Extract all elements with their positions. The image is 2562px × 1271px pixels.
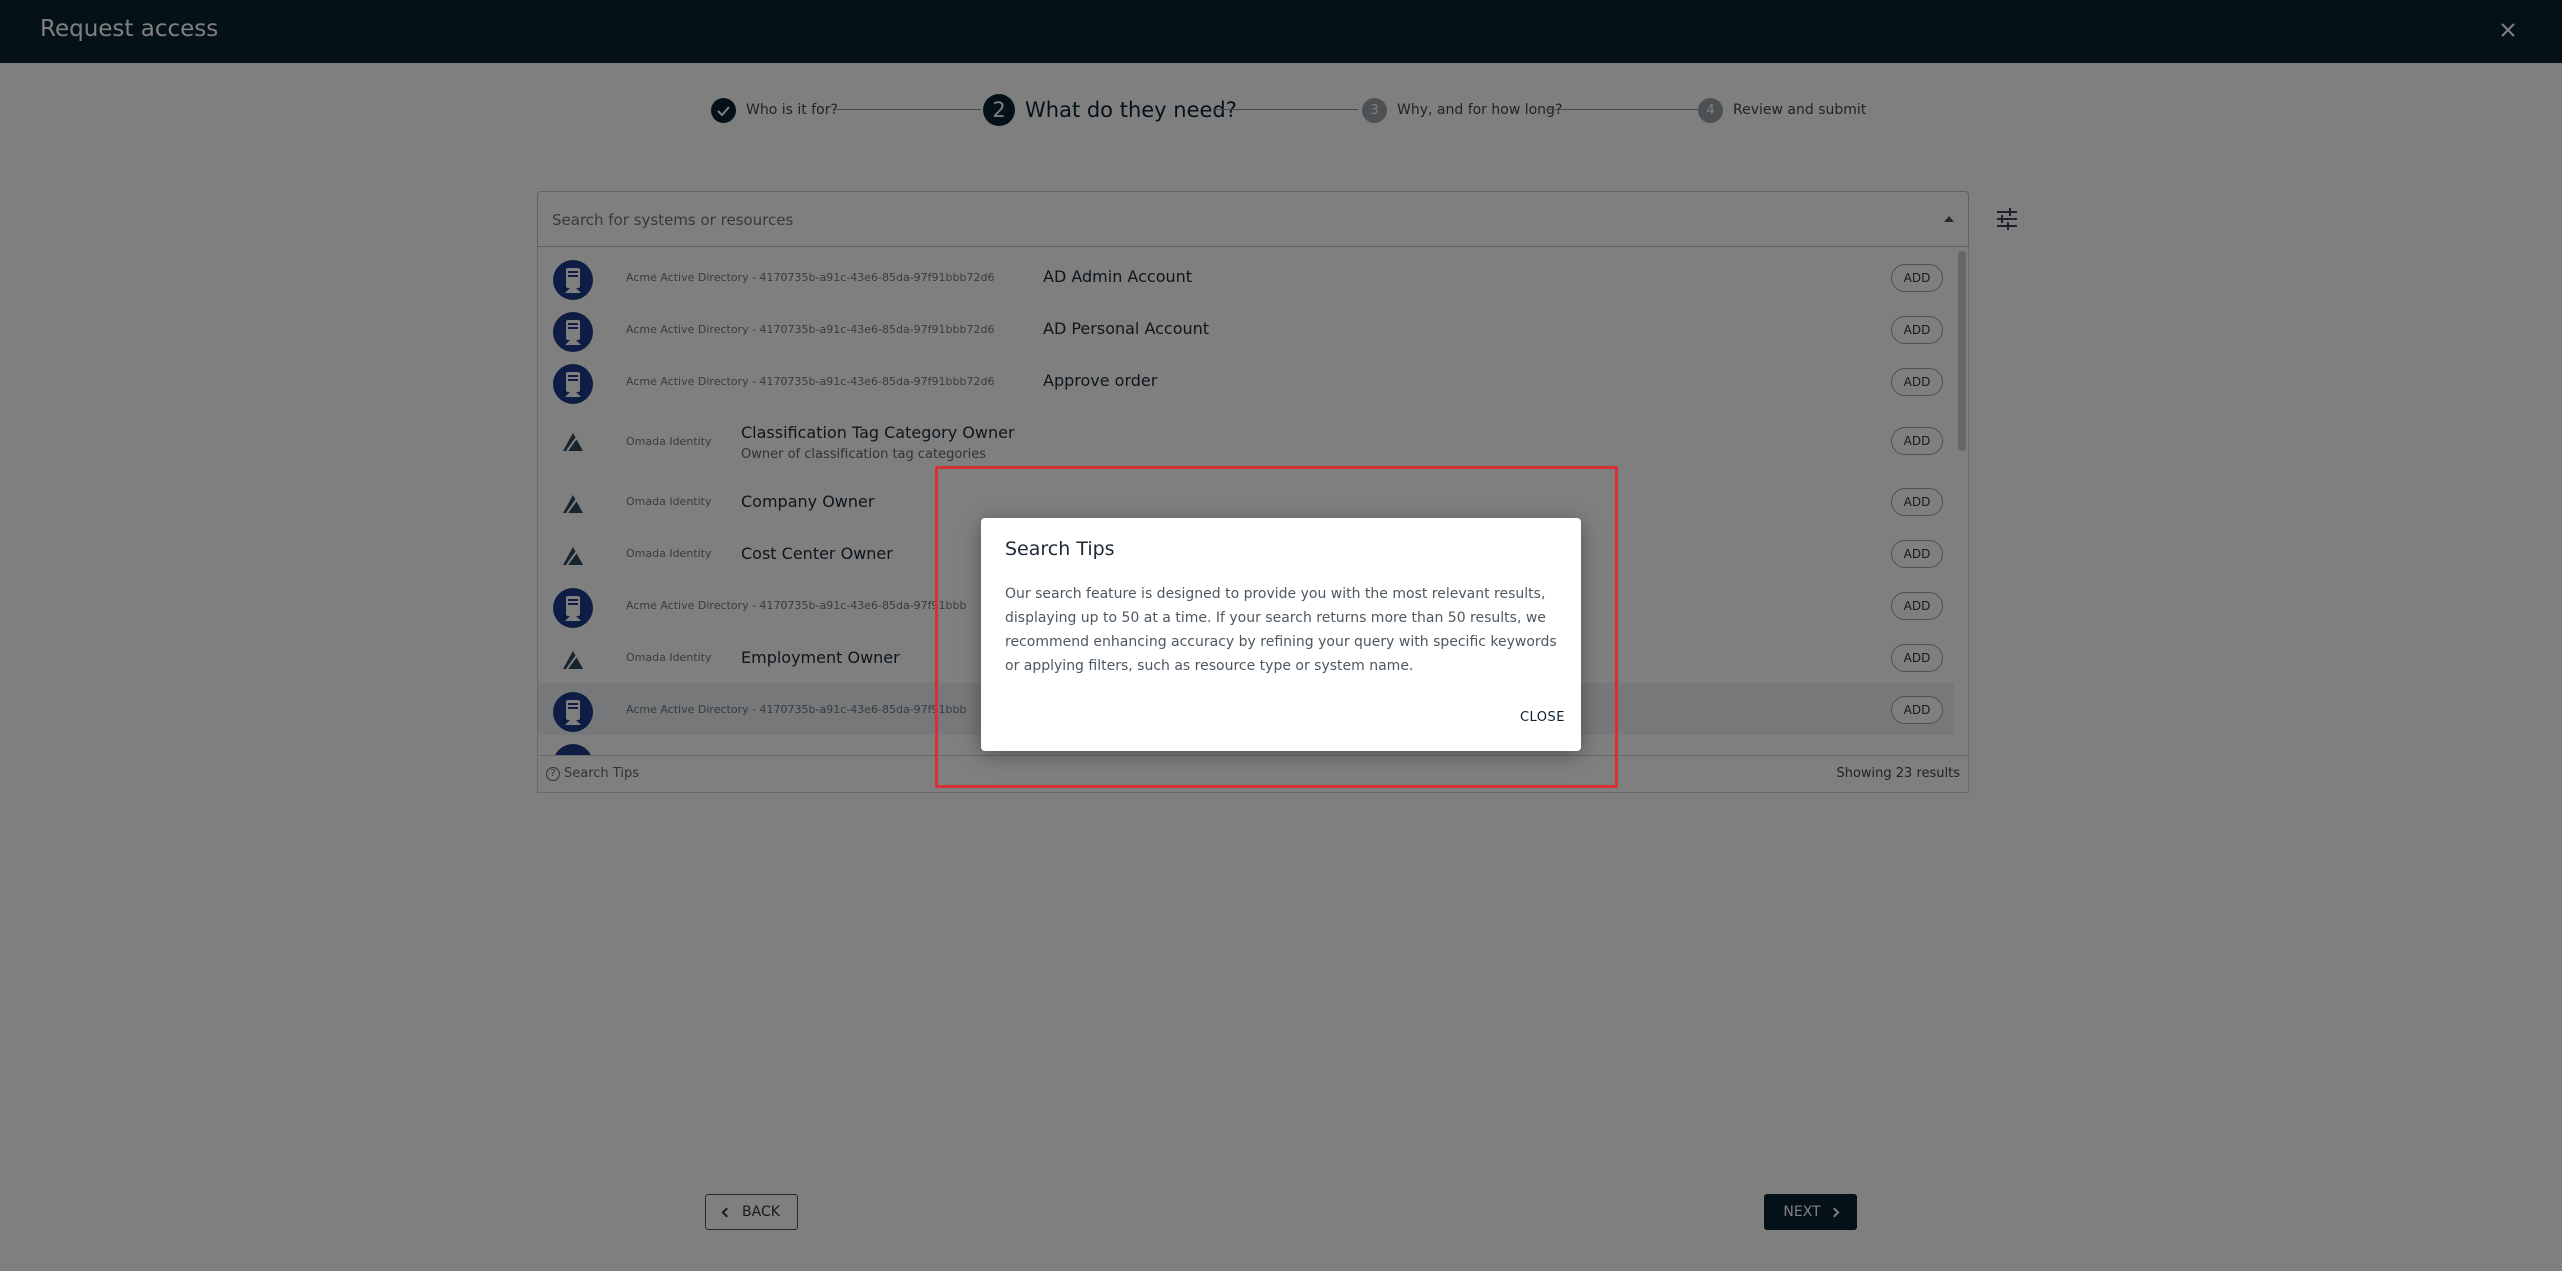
close-button[interactable]: CLOSE [1520,710,1565,725]
dialog-title: Search Tips [1005,538,1115,560]
search-tips-dialog: Search Tips Our search feature is design… [981,518,1581,751]
dialog-body: Our search feature is designed to provid… [1005,586,1557,674]
